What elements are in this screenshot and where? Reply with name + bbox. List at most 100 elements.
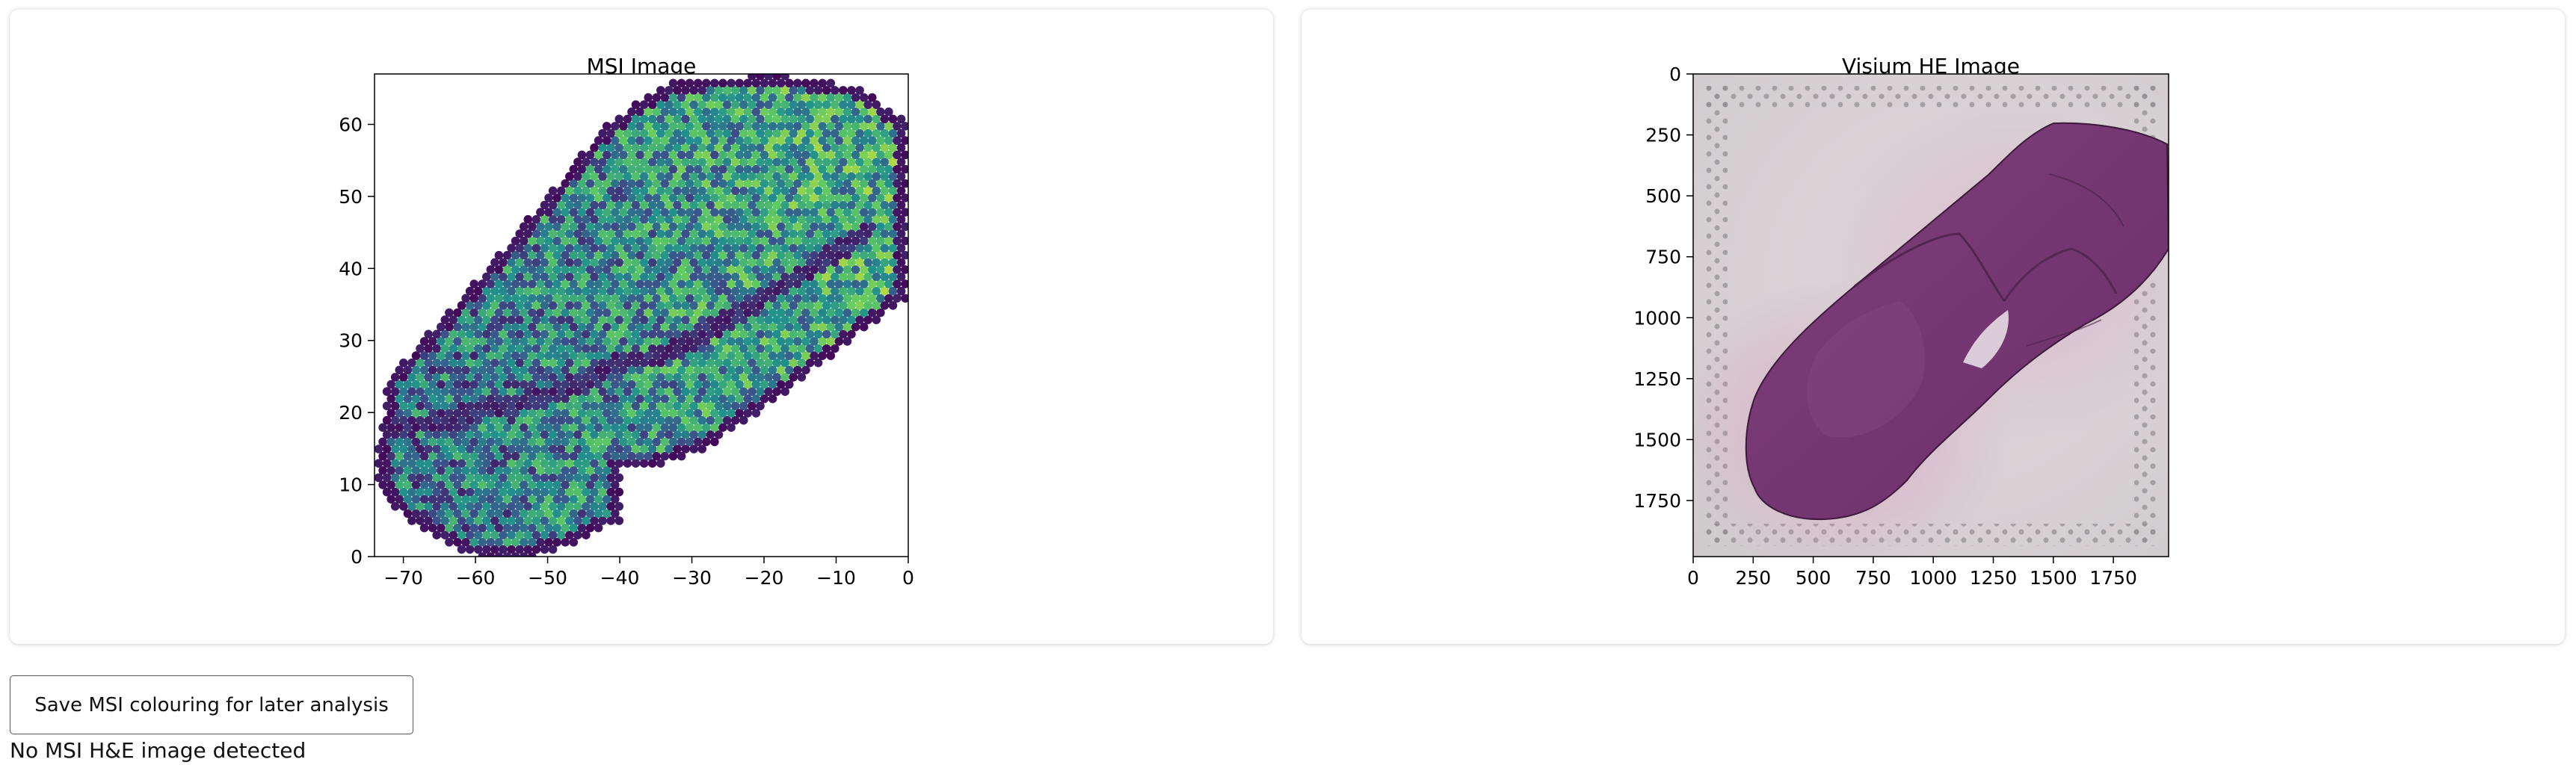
msi-spot <box>561 394 570 403</box>
y-tick-label: 500 <box>1645 185 1681 207</box>
msi-spot <box>759 78 769 88</box>
msi-spot <box>855 86 864 95</box>
msi-spot <box>818 78 827 88</box>
y-tick-label: 250 <box>1645 125 1681 146</box>
he-image <box>1693 74 2169 557</box>
msi-spot <box>759 394 769 403</box>
y-tick-label: 750 <box>1645 247 1681 268</box>
x-tick-label: −10 <box>816 567 856 589</box>
msi-spot <box>718 78 727 88</box>
msi-spot <box>627 394 636 403</box>
x-tick-label: 0 <box>1687 567 1699 589</box>
msi-spot <box>445 308 454 318</box>
msi-spot <box>847 86 856 95</box>
y-tick-label: 1750 <box>1633 490 1681 512</box>
y-tick-label: 60 <box>339 114 363 135</box>
msi-spot <box>544 394 553 403</box>
y-tick-label: 30 <box>339 330 363 352</box>
msi-spot <box>776 78 786 88</box>
msi-spot <box>469 279 478 288</box>
msi-spot <box>685 78 694 88</box>
msi-spot <box>437 394 446 403</box>
msi-spot <box>710 78 719 88</box>
msi-spot <box>793 78 802 88</box>
msi-spot <box>644 93 653 102</box>
msi-spot <box>656 86 665 95</box>
msi-spot <box>519 394 529 403</box>
msi-spot <box>569 394 579 403</box>
msi-spot <box>494 250 504 260</box>
he-y-axis: 0 250 500 750 1000 1250 1500 1750 <box>1633 64 1693 512</box>
msi-spot <box>693 78 703 88</box>
msi-spot <box>552 394 561 403</box>
msi-spot <box>614 114 624 124</box>
msi-spot <box>727 394 736 403</box>
msi-spot <box>511 394 520 403</box>
msi-spot <box>735 394 744 403</box>
msi-spot <box>577 150 587 160</box>
visium-he-plot: Visium HE Image 0 250 500 750 1000 1250 1500 17… <box>1633 54 2169 589</box>
save-msi-colouring-button[interactable]: Save MSI colouring for later analysis <box>10 675 413 734</box>
y-tick-label: 1250 <box>1633 368 1681 390</box>
msi-spot <box>631 100 641 109</box>
msi-spot <box>702 78 711 88</box>
msi-spot <box>528 394 537 403</box>
msi-spot <box>494 394 504 403</box>
msi-spot <box>710 394 719 403</box>
msi-image-panel: MSI Image −70 −60 −50 −40 −30 −20 −10 0 0 10 20 30… <box>10 10 1273 644</box>
msi-spot <box>764 74 773 81</box>
y-tick-label: 1000 <box>1633 307 1681 329</box>
msi-spot <box>486 394 496 403</box>
x-tick-label: −20 <box>745 567 784 589</box>
msi-spot <box>884 107 893 117</box>
msi-spot <box>868 93 877 102</box>
x-tick-label: 0 <box>902 567 914 589</box>
msi-spot <box>585 394 595 403</box>
msi-spot <box>751 394 761 403</box>
msi-spot <box>478 394 487 403</box>
msi-spot <box>386 394 395 403</box>
msi-spot <box>780 74 789 81</box>
msi-spot <box>768 394 777 403</box>
msi-spot <box>523 214 533 224</box>
msi-spot <box>685 394 694 403</box>
x-tick-label: 1750 <box>2089 567 2137 589</box>
y-tick-label: 0 <box>1669 64 1681 85</box>
msi-spot <box>594 394 603 403</box>
msi-spot <box>395 394 404 403</box>
msi-spot <box>743 78 753 88</box>
msi-spot <box>668 78 678 88</box>
msi-spot <box>660 394 670 403</box>
msi-x-axis: −70 −60 −50 −40 −30 −20 −10 0 <box>383 557 914 589</box>
msi-spot <box>756 74 765 81</box>
x-tick-label: 500 <box>1796 567 1831 589</box>
msi-spot <box>548 186 558 196</box>
x-tick-label: −50 <box>528 567 567 589</box>
msi-spot <box>652 394 662 403</box>
msi-spot <box>668 394 678 403</box>
msi-spot <box>602 394 611 403</box>
msi-spot <box>411 394 421 403</box>
msi-spot <box>772 74 781 81</box>
x-tick-label: −70 <box>383 567 423 589</box>
msi-spot <box>810 78 819 88</box>
msi-spot <box>693 394 703 403</box>
visium-he-panel: Visium HE Image 0 250 500 750 1000 1250 1500 17… <box>1301 10 2565 644</box>
msi-image-plot: MSI Image −70 −60 −50 −40 −30 −20 −10 0 0102030… <box>339 54 914 589</box>
msi-spot <box>718 394 727 403</box>
y-tick-label: 50 <box>339 186 363 208</box>
he-x-axis: 0 250 500 750 1000 1250 1500 1750 <box>1687 557 2137 589</box>
msi-spot <box>748 74 757 81</box>
msi-spot <box>502 394 512 403</box>
msi-spot <box>896 114 906 124</box>
x-tick-label: 250 <box>1735 567 1771 589</box>
msi-spot <box>735 78 744 88</box>
y-tick-label: 0 <box>351 546 363 568</box>
y-tick-label: 20 <box>339 402 363 424</box>
msi-spot <box>536 394 545 403</box>
msi-spot <box>826 78 836 88</box>
msi-spot <box>428 394 437 403</box>
y-tick-label: 1500 <box>1633 429 1681 450</box>
msi-spot <box>751 78 761 88</box>
status-message: No MSI H&E image detected <box>10 738 306 763</box>
